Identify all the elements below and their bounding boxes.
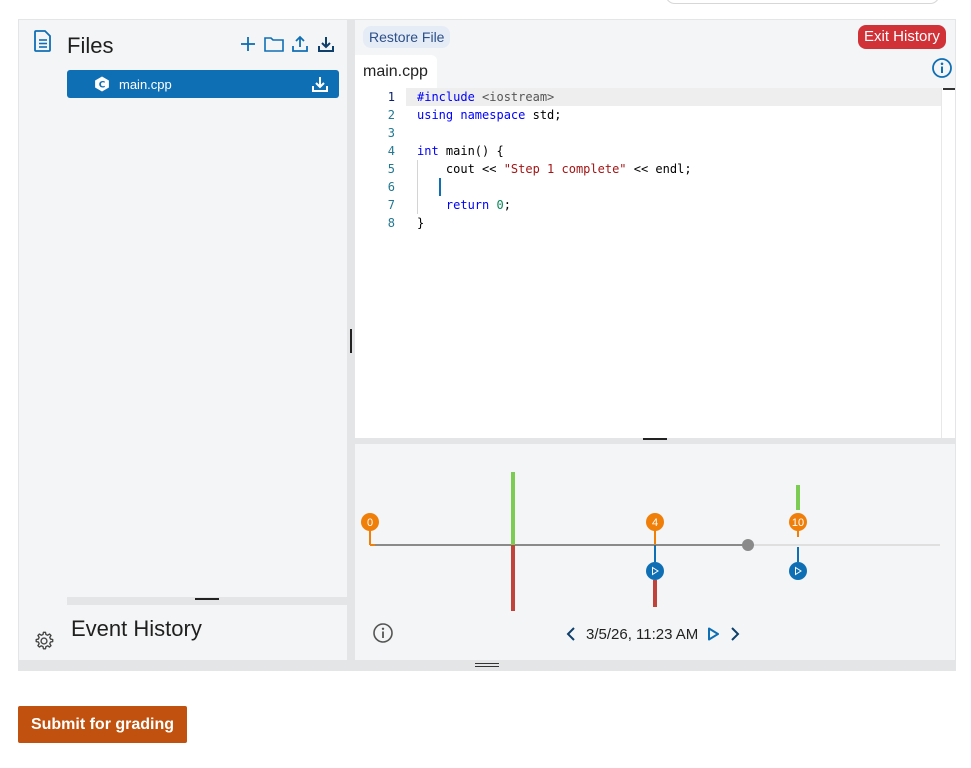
code-token: return bbox=[417, 198, 490, 212]
panel-vertical-splitter[interactable] bbox=[347, 20, 355, 660]
cpp-icon: C bbox=[95, 76, 109, 92]
restore-file-button[interactable]: Restore File bbox=[363, 26, 451, 48]
code-token: std; bbox=[525, 108, 562, 122]
tab-main-cpp[interactable]: main.cpp bbox=[355, 55, 437, 88]
files-panel: Files C main.cpp Event History bbox=[19, 20, 347, 660]
line-number: 4 bbox=[387, 144, 395, 158]
marker-label: 0 bbox=[367, 517, 373, 529]
files-history-splitter[interactable] bbox=[67, 597, 347, 605]
line-number: 5 bbox=[387, 162, 395, 176]
editor-scrollbar[interactable] bbox=[941, 88, 955, 438]
code-token: using bbox=[417, 108, 454, 122]
download-icon bbox=[318, 37, 334, 52]
code-line: using namespace std; bbox=[417, 106, 562, 124]
add-folder-button[interactable] bbox=[264, 34, 284, 54]
line-number: 1 bbox=[387, 90, 395, 104]
code-line: } bbox=[417, 214, 424, 232]
code-line: #include <iostream> bbox=[417, 88, 554, 106]
splitter-grip bbox=[195, 598, 219, 600]
exit-history-button[interactable]: Exit History bbox=[858, 25, 946, 49]
upload-icon bbox=[292, 35, 308, 52]
submit-for-grading-button[interactable]: Submit for grading bbox=[18, 706, 187, 743]
code-editor[interactable]: 1 2 3 4 5 6 7 8 #include <iostream> usin… bbox=[355, 88, 941, 438]
code-token: cout << bbox=[417, 162, 504, 176]
file-item-main-cpp[interactable]: C main.cpp bbox=[67, 70, 339, 98]
code-token: <iostream> bbox=[474, 90, 555, 104]
chevron-left-icon bbox=[566, 627, 575, 641]
marker-label: 10 bbox=[792, 517, 804, 529]
timeline-date: 3/5/26, 11:23 AM bbox=[586, 625, 699, 643]
files-title: Files bbox=[67, 33, 114, 58]
splitter-grip bbox=[475, 663, 499, 667]
line-number: 7 bbox=[387, 198, 395, 212]
code-token: namespace bbox=[453, 108, 526, 122]
upload-button[interactable] bbox=[290, 34, 310, 54]
play-button[interactable] bbox=[706, 625, 720, 643]
splitter-grip bbox=[350, 329, 352, 353]
code-token: main() { bbox=[438, 144, 504, 158]
files-header: Files bbox=[19, 20, 347, 68]
top-search-field[interactable] bbox=[665, 0, 940, 4]
line-number: 3 bbox=[387, 126, 395, 140]
event-history-title: Event History bbox=[71, 616, 202, 641]
code-line: return 0; bbox=[417, 196, 511, 214]
code-token: 0 bbox=[496, 198, 504, 212]
code-line: int main() { bbox=[417, 142, 504, 160]
download-all-button[interactable] bbox=[316, 34, 336, 54]
marker-label: 4 bbox=[652, 517, 658, 529]
run-marker[interactable] bbox=[646, 562, 664, 580]
code-token: #include bbox=[417, 90, 475, 104]
code-token: ; bbox=[503, 198, 511, 212]
folder-icon bbox=[264, 37, 284, 52]
info-icon[interactable] bbox=[931, 57, 953, 79]
next-event-button[interactable] bbox=[728, 625, 742, 643]
timeline-playhead[interactable] bbox=[742, 539, 754, 551]
code-token: << endl; bbox=[626, 162, 692, 176]
line-number: 2 bbox=[387, 108, 395, 122]
add-icon bbox=[241, 37, 255, 51]
bottom-resize-handle[interactable] bbox=[18, 660, 956, 671]
download-file-icon[interactable] bbox=[310, 74, 330, 94]
editor-panel: Restore File Exit History main.cpp 1 2 3… bbox=[355, 20, 955, 438]
splitter-grip bbox=[643, 438, 667, 440]
previous-event-button[interactable] bbox=[564, 625, 578, 643]
timeline-navigation: 3/5/26, 11:23 AM bbox=[564, 624, 742, 644]
code-token: "Step 1 complete" bbox=[503, 162, 627, 176]
run-marker[interactable] bbox=[789, 562, 807, 580]
indent-guide bbox=[417, 160, 418, 214]
line-number: 6 bbox=[387, 180, 395, 194]
file-name: main.cpp bbox=[119, 77, 172, 92]
info-icon[interactable] bbox=[372, 622, 394, 644]
svg-text:C: C bbox=[99, 81, 106, 91]
text-caret bbox=[439, 178, 441, 196]
history-timeline: 0 4 10 3/5/26, 11:23 AM bbox=[355, 444, 955, 660]
line-number: 8 bbox=[387, 216, 395, 230]
code-token: int bbox=[417, 144, 439, 158]
document-icon bbox=[34, 30, 51, 52]
scroll-marker bbox=[943, 88, 955, 90]
add-file-button[interactable] bbox=[238, 34, 258, 54]
file-toolbar bbox=[238, 34, 336, 54]
code-line: cout << "Step 1 complete" << endl; bbox=[417, 160, 692, 178]
chevron-right-icon bbox=[731, 627, 740, 641]
play-icon bbox=[708, 627, 720, 641]
gear-icon[interactable] bbox=[33, 630, 55, 652]
code-token: } bbox=[417, 216, 425, 230]
